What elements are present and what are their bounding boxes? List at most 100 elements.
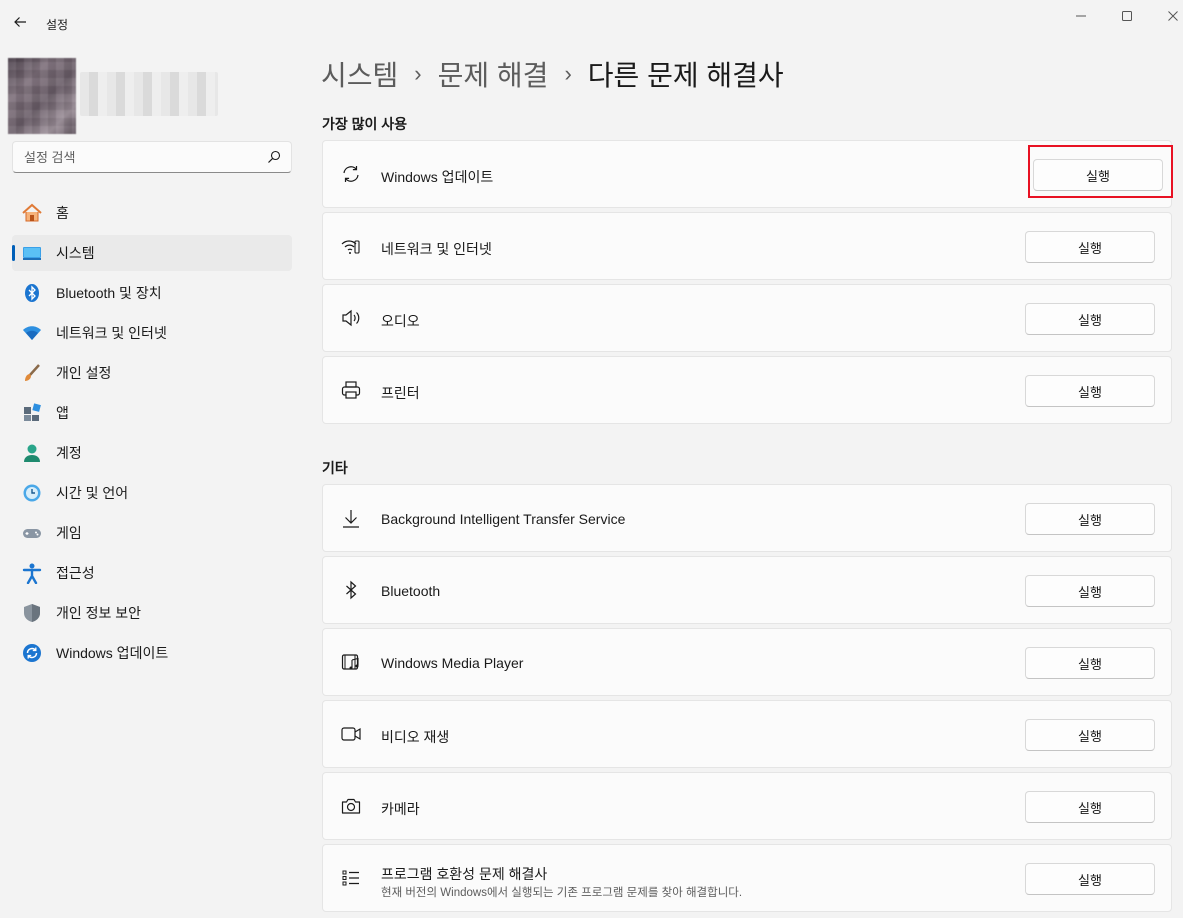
system-icon: [20, 241, 44, 265]
video-icon: [340, 723, 362, 745]
refresh-icon: [340, 163, 362, 185]
troubleshooter-label: 프린터: [381, 385, 420, 401]
troubleshooter-printer: 프린터 실행: [322, 356, 1172, 424]
camera-icon: [340, 795, 362, 817]
user-profile[interactable]: [8, 58, 218, 134]
sidebar-item-label: Bluetooth 및 장치: [56, 285, 162, 301]
troubleshooter-audio: 오디오 실행: [322, 284, 1172, 352]
sidebar-item-home[interactable]: 홈: [12, 195, 292, 231]
search-input[interactable]: [13, 142, 291, 172]
sidebar-item-label: 개인 설정: [56, 365, 112, 381]
run-button[interactable]: 실행: [1025, 503, 1155, 535]
troubleshooter-video-playback: 비디오 재생 실행: [322, 700, 1172, 768]
sidebar-item-label: 시간 및 언어: [56, 485, 129, 501]
profile-name-redacted: [80, 72, 218, 116]
title-bar: 설정: [0, 0, 1183, 46]
back-arrow-icon: [14, 17, 26, 27]
troubleshooter-label: 비디오 재생: [381, 729, 450, 745]
run-button[interactable]: 실행: [1025, 231, 1155, 263]
troubleshooter-label: Background Intelligent Transfer Service: [381, 511, 626, 527]
breadcrumb-separator: ›: [564, 61, 572, 86]
troubleshooter-bluetooth: Bluetooth 실행: [322, 556, 1172, 624]
sidebar-item-label: 앱: [56, 405, 69, 421]
minimize-icon: [1076, 15, 1086, 17]
run-button[interactable]: 실행: [1025, 719, 1155, 751]
sidebar-item-time-language[interactable]: 시간 및 언어: [12, 475, 292, 511]
account-icon: [20, 441, 44, 465]
bluetooth-icon: [340, 579, 362, 601]
troubleshooter-description: 현재 버전의 Windows에서 실행되는 기존 프로그램 문제를 찾아 해결합…: [381, 887, 743, 899]
troubleshooter-label: 네트워크 및 인터넷: [381, 241, 492, 257]
breadcrumb-separator: ›: [414, 61, 422, 86]
sidebar-item-network[interactable]: 네트워크 및 인터넷: [12, 315, 292, 351]
sidebar-item-label: 개인 정보 보안: [56, 605, 142, 621]
troubleshooter-label: 오디오: [381, 313, 420, 329]
troubleshooter-label: Windows Media Player: [381, 655, 524, 671]
sidebar-nav: 홈 시스템 Bluetooth 및 장치 네트워크 및 인터넷 개인 설정 앱: [12, 195, 292, 675]
troubleshooter-windows-update: Windows 업데이트 실행: [322, 140, 1172, 208]
run-button[interactable]: 실행: [1025, 647, 1155, 679]
run-button[interactable]: 실행: [1025, 863, 1155, 895]
app-title: 설정: [46, 18, 69, 32]
sidebar-item-accounts[interactable]: 계정: [12, 435, 292, 471]
search-icon[interactable]: [267, 150, 281, 164]
settings-search[interactable]: [12, 141, 292, 173]
troubleshooter-camera: 카메라 실행: [322, 772, 1172, 840]
bluetooth-devices-icon: [20, 281, 44, 305]
section-title-other: 기타: [322, 460, 348, 476]
sidebar-item-gaming[interactable]: 게임: [12, 515, 292, 551]
back-button[interactable]: [8, 10, 32, 34]
section-title-most-used: 가장 많이 사용: [322, 116, 408, 132]
maximize-button[interactable]: [1115, 6, 1139, 26]
home-icon: [20, 201, 44, 225]
run-button[interactable]: 실행: [1025, 791, 1155, 823]
network-icon: [340, 235, 362, 257]
breadcrumb: 시스템 › 문제 해결 › 다른 문제 해결사: [321, 52, 784, 96]
printer-icon: [340, 379, 362, 401]
list-icon: [340, 867, 362, 889]
avatar: [8, 58, 76, 134]
sidebar-item-bluetooth-devices[interactable]: Bluetooth 및 장치: [12, 275, 292, 311]
sidebar-item-label: Windows 업데이트: [56, 645, 169, 661]
sidebar-item-privacy-security[interactable]: 개인 정보 보안: [12, 595, 292, 631]
sidebar-item-system[interactable]: 시스템: [12, 235, 292, 271]
sidebar-item-apps[interactable]: 앱: [12, 395, 292, 431]
troubleshooter-label: Windows 업데이트: [381, 169, 494, 185]
brush-icon: [20, 361, 44, 385]
run-button[interactable]: 실행: [1025, 575, 1155, 607]
run-button[interactable]: 실행: [1025, 303, 1155, 335]
page-title: 다른 문제 해결사: [587, 60, 784, 91]
close-icon: [1168, 11, 1178, 21]
apps-icon: [20, 401, 44, 425]
minimize-button[interactable]: [1069, 6, 1093, 26]
accessibility-icon: [20, 561, 44, 585]
troubleshooter-network: 네트워크 및 인터넷 실행: [322, 212, 1172, 280]
troubleshooter-bits: Background Intelligent Transfer Service …: [322, 484, 1172, 552]
windows-update-icon: [20, 641, 44, 665]
sidebar-item-label: 네트워크 및 인터넷: [56, 325, 167, 341]
maximize-icon: [1122, 11, 1132, 21]
sidebar-item-label: 접근성: [56, 565, 95, 581]
sidebar-item-label: 시스템: [56, 245, 95, 261]
sidebar-item-windows-update[interactable]: Windows 업데이트: [12, 635, 292, 671]
run-button[interactable]: 실행: [1025, 375, 1155, 407]
troubleshooter-media-player: Windows Media Player 실행: [322, 628, 1172, 696]
sidebar-item-label: 홈: [56, 205, 69, 221]
gamepad-icon: [20, 521, 44, 545]
troubleshooter-label: 프로그램 호환성 문제 해결사: [381, 866, 548, 882]
troubleshooter-label: Bluetooth: [381, 583, 441, 599]
sidebar-item-label: 게임: [56, 525, 82, 541]
breadcrumb-item-troubleshoot[interactable]: 문제 해결: [438, 54, 549, 94]
sidebar-item-personalization[interactable]: 개인 설정: [12, 355, 292, 391]
breadcrumb-item-system[interactable]: 시스템: [321, 54, 398, 94]
wifi-icon: [20, 321, 44, 345]
run-button[interactable]: 실행: [1033, 159, 1163, 191]
time-language-icon: [20, 481, 44, 505]
troubleshooter-program-compatibility: 프로그램 호환성 문제 해결사 현재 버전의 Windows에서 실행되는 기존…: [322, 844, 1172, 912]
sidebar-item-accessibility[interactable]: 접근성: [12, 555, 292, 591]
speaker-icon: [340, 307, 362, 329]
download-icon: [340, 507, 362, 529]
troubleshooter-label: 카메라: [381, 801, 420, 817]
shield-icon: [20, 601, 44, 625]
close-button[interactable]: [1161, 6, 1183, 26]
